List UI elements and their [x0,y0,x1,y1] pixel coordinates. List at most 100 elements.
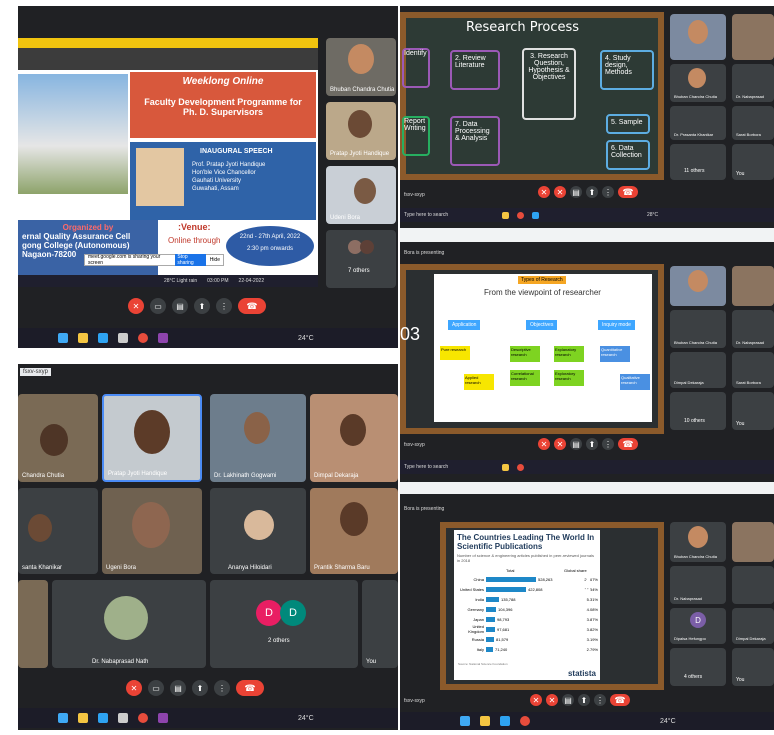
camera-off-button[interactable]: ✕ [554,186,566,198]
end-call-button[interactable]: ☎ [236,680,264,696]
edge-icon[interactable] [98,713,108,723]
mic-off-button[interactable]: ✕ [530,694,542,706]
present-button[interactable]: ⬆ [192,680,208,696]
captions-button[interactable]: ▤ [570,186,582,198]
others-tile[interactable]: 10 others [670,392,726,430]
venue-label: :Venue: [178,222,211,232]
slide-tag: Types of Research [518,276,566,284]
edge-icon[interactable] [98,333,108,343]
camera-button[interactable]: ▭ [150,298,166,314]
others-tile[interactable]: D D 2 others [210,580,358,668]
app-icon[interactable] [158,333,168,343]
edge-icon[interactable] [500,716,510,726]
others-tile[interactable]: 4 others [670,648,726,686]
file-explorer-icon[interactable] [480,716,490,726]
participant-tile: D Dipalsa Hefungpo [670,608,726,644]
participant-face [340,502,368,536]
hide-button[interactable]: Hide [210,257,220,263]
edge-icon[interactable] [532,211,539,219]
step-box: 6. Data Collection [606,140,650,170]
file-explorer-icon[interactable] [502,463,509,471]
file-explorer-icon[interactable] [78,713,88,723]
more-options-button[interactable]: ⋮ [214,680,230,696]
col-total: Total [506,568,515,573]
present-button[interactable]: ⬆ [194,298,210,314]
chrome-icon[interactable] [520,716,530,726]
participant-tile: Prantik Sharma Baru [310,488,398,574]
captions-button[interactable]: ▤ [170,680,186,696]
shared-pdf: Weeklong Online Faculty Development Prog… [18,70,318,275]
camera-off-button[interactable]: ✕ [546,694,558,706]
step-box: Identify [402,48,430,88]
participant-tile [732,266,774,306]
end-call-button[interactable]: ☎ [610,694,630,706]
app-icon[interactable] [158,713,168,723]
mic-off-button[interactable]: ✕ [128,298,144,314]
captions-button[interactable]: ▤ [562,694,574,706]
self-tile: You [732,648,774,686]
screen-share-popup[interactable]: meet.google.com is sharing your screen S… [84,254,224,266]
online-through-label: Online through [168,236,221,245]
file-explorer-icon[interactable] [78,333,88,343]
windows-start-icon[interactable] [58,333,68,343]
temperature: 28°C [647,212,659,218]
organizer-block: Organized by ernal Quality Assurance Cel… [18,220,158,275]
meet-window-middle-right: Bora is presenting 03 Types of Research … [400,228,774,476]
participant-tile: Sarat Borbora [732,352,774,388]
windows-start-icon[interactable] [58,713,68,723]
participant-face [134,410,170,454]
chrome-icon[interactable] [138,333,148,343]
more-options-button[interactable]: ⋮ [602,438,614,450]
participant-tile: Pratap Jyoti Handique [102,394,202,482]
search-box[interactable]: Type here to search [404,464,494,470]
statista-logo: statista [567,669,596,678]
present-button[interactable]: ⬆ [586,438,598,450]
others-tile[interactable]: 11 others [670,144,726,180]
more-options-button[interactable]: ⋮ [216,298,232,314]
captions-button[interactable]: ▤ [172,298,188,314]
slide-title: Research Process [466,20,580,35]
mic-off-button[interactable]: ✕ [538,186,550,198]
others-tile[interactable]: 7 others [326,230,396,288]
chrome-icon[interactable] [517,463,524,471]
end-call-button[interactable]: ☎ [618,438,638,450]
meet-code: fsxv-sxyp [404,698,425,704]
file-explorer-icon[interactable] [502,211,509,219]
country-name: India [475,596,484,602]
chrome-icon[interactable] [517,211,524,219]
more-options-button[interactable]: ⋮ [602,186,614,198]
weather-readout: 24°C [660,717,676,725]
banner-title: Weeklong Online Faculty Development Prog… [130,72,316,138]
captions-button[interactable]: ▤ [570,438,582,450]
store-icon[interactable] [118,713,128,723]
inner-taskbar: 28°C Light rain 03:00 PM 22-04-2022 [18,275,318,287]
country-row: Japan 98,793 3.87% [458,614,598,624]
search-box[interactable]: Type here to search [404,212,494,218]
participant-tile: santa Khanikar [18,488,98,574]
more-options-button[interactable]: ⋮ [594,694,606,706]
stop-sharing-button[interactable]: Stop sharing [175,254,206,266]
category-objectives: Objectives [526,320,558,330]
mic-off-button[interactable]: ✕ [126,680,142,696]
end-call-button[interactable]: ☎ [618,186,638,198]
windows-start-icon[interactable] [460,716,470,726]
avatar: D [280,600,306,626]
camera-button[interactable]: ▭ [148,680,164,696]
chrome-icon[interactable] [138,713,148,723]
participant-tile: Dimpal Dekaraja [310,394,398,482]
country-bar [486,646,493,652]
mic-off-button[interactable]: ✕ [538,438,550,450]
self-tile: You [362,580,398,668]
country-value: 422,808 [528,586,543,592]
participant-tile: Pratap Jyoti Handique [326,102,396,160]
end-call-button[interactable]: ☎ [238,298,266,314]
store-icon[interactable] [118,333,128,343]
participant-face [28,514,52,542]
present-button[interactable]: ⬆ [586,186,598,198]
country-name: Germany [467,606,484,612]
step-box: 5. Sample [606,114,650,134]
meet-controls: ✕ ✕ ▤ ⬆ ⋮ ☎ [538,438,638,450]
source: Source: National Science Foundation [458,662,508,666]
camera-off-button[interactable]: ✕ [554,438,566,450]
present-button[interactable]: ⬆ [578,694,590,706]
